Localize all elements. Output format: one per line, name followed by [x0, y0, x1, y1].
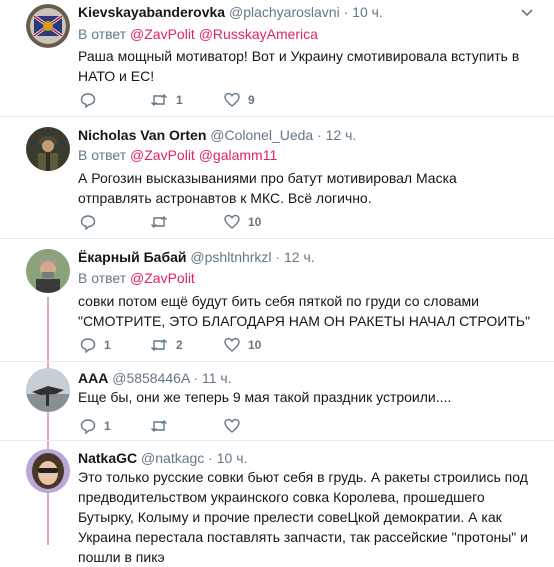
retweet-icon: [151, 339, 167, 351]
reply-icon: [80, 338, 96, 353]
like-icon: [224, 92, 240, 107]
tweet-text: Раша мощный мотиватор! Вот и Украину смо…: [78, 48, 520, 84]
tweet-header: AAA @5858446A · 11 ч.: [78, 370, 232, 386]
separator-dot: ·: [208, 450, 213, 466]
tweet-text: Это только русские совки бьют себя в гру…: [78, 469, 528, 565]
tweet[interactable]: Nicholas Van Orten @Colonel_Ueda · 12 ч.…: [0, 117, 554, 238]
tweet-header: Kievskayabanderovka @plachyaroslavni · 1…: [78, 4, 383, 20]
author-handle[interactable]: @pshltnhrkzl: [190, 249, 271, 265]
author-name[interactable]: NatkaGC: [78, 450, 137, 466]
author-name[interactable]: AAA: [78, 370, 108, 386]
reply-icon: [80, 419, 96, 434]
reply-prefix: В ответ: [78, 147, 127, 163]
mention-link[interactable]: @RusskayAmerica: [199, 26, 318, 42]
reply-prefix: В ответ: [78, 26, 127, 42]
like-icon: [224, 214, 240, 229]
reply-icon: [80, 215, 96, 230]
mention-link[interactable]: @ZavPolit: [130, 147, 195, 163]
timestamp[interactable]: 11 ч.: [202, 370, 232, 386]
reply-icon: [80, 93, 96, 108]
separator-dot: ·: [317, 127, 322, 143]
avatar[interactable]: [26, 127, 70, 171]
mention-link[interactable]: @ZavPolit: [130, 270, 195, 286]
avatar[interactable]: [26, 249, 70, 293]
retweet-count: 1: [176, 93, 183, 107]
like-count: 10: [248, 338, 262, 352]
separator-dot: ·: [343, 4, 349, 20]
reply-context: В ответ @ZavPolit @galamm11: [78, 147, 277, 163]
retweet-button[interactable]: 1: [150, 92, 183, 108]
reply-button[interactable]: 1: [80, 418, 111, 434]
tweet-text: совки потом ещё будут бить себя пяткой п…: [78, 293, 531, 329]
like-count: 10: [248, 215, 262, 229]
reply-context: В ответ @ZavPolit: [78, 270, 195, 286]
mention-link[interactable]: @ZavPolit: [130, 26, 195, 42]
like-icon: [224, 418, 240, 433]
retweet-count: 2: [176, 338, 183, 352]
caret-down-icon[interactable]: [520, 6, 534, 20]
like-button[interactable]: 9: [224, 92, 255, 108]
author-handle[interactable]: @plachyaroslavni: [229, 4, 340, 20]
like-count: 9: [248, 93, 255, 107]
tweet-header: NatkaGC @natkagc · 10 ч.: [78, 450, 247, 466]
avatar[interactable]: [26, 449, 70, 493]
separator-dot: ·: [275, 249, 281, 265]
like-button[interactable]: 10: [224, 337, 261, 353]
author-name[interactable]: Nicholas Van Orten: [78, 127, 206, 143]
tweet-text: Еще бы, они же теперь 9 мая такой праздн…: [78, 389, 452, 405]
reply-count: 1: [104, 338, 111, 352]
timestamp[interactable]: 10 ч.: [217, 450, 248, 466]
reply-context: В ответ @ZavPolit @RusskayAmerica: [78, 26, 318, 42]
author-name[interactable]: Kievskayabanderovka: [78, 4, 225, 20]
mention-link[interactable]: @galamm11: [199, 147, 278, 163]
reply-button[interactable]: [80, 92, 104, 108]
like-button[interactable]: 10: [224, 214, 261, 230]
tweet[interactable]: Ёкарный Бабай @pshltnhrkzl · 12 ч. В отв…: [0, 239, 554, 361]
like-icon: [224, 337, 240, 352]
like-button[interactable]: [224, 418, 248, 434]
reply-button[interactable]: 1: [80, 337, 111, 353]
tweet-header: Nicholas Van Orten @Colonel_Ueda · 12 ч.: [78, 127, 356, 143]
retweet-icon: [151, 216, 167, 228]
tweet[interactable]: AAA @5858446A · 11 ч. Еще бы, они же теп…: [0, 362, 554, 440]
retweet-button[interactable]: [150, 214, 176, 230]
author-handle[interactable]: @Colonel_Ueda: [210, 127, 313, 143]
retweet-icon: [151, 94, 167, 106]
reply-button[interactable]: [80, 214, 104, 230]
timestamp[interactable]: 12 ч.: [326, 127, 357, 143]
avatar[interactable]: [26, 4, 70, 48]
reply-prefix: В ответ: [78, 270, 127, 286]
retweet-button[interactable]: 2: [150, 337, 183, 353]
author-handle[interactable]: @5858446A: [112, 370, 189, 386]
tweet-header: Ёкарный Бабай @pshltnhrkzl · 12 ч.: [78, 249, 315, 265]
retweet-button[interactable]: [150, 418, 176, 434]
tweet[interactable]: Kievskayabanderovka @plachyaroslavni · 1…: [0, 0, 554, 116]
timestamp[interactable]: 10 ч.: [352, 4, 383, 20]
separator-dot: ·: [193, 370, 199, 386]
tweet-text: А Рогозин высказываниями про батут мотив…: [78, 170, 457, 206]
author-handle[interactable]: @natkagc: [141, 450, 204, 466]
reply-count: 1: [104, 419, 111, 433]
author-name[interactable]: Ёкарный Бабай: [78, 249, 187, 265]
timestamp[interactable]: 12 ч.: [284, 249, 315, 265]
avatar[interactable]: [26, 368, 70, 412]
thread-line: [47, 297, 49, 361]
retweet-icon: [151, 420, 167, 432]
tweet[interactable]: NatkaGC @natkagc · 10 ч. Это только русс…: [0, 441, 554, 565]
